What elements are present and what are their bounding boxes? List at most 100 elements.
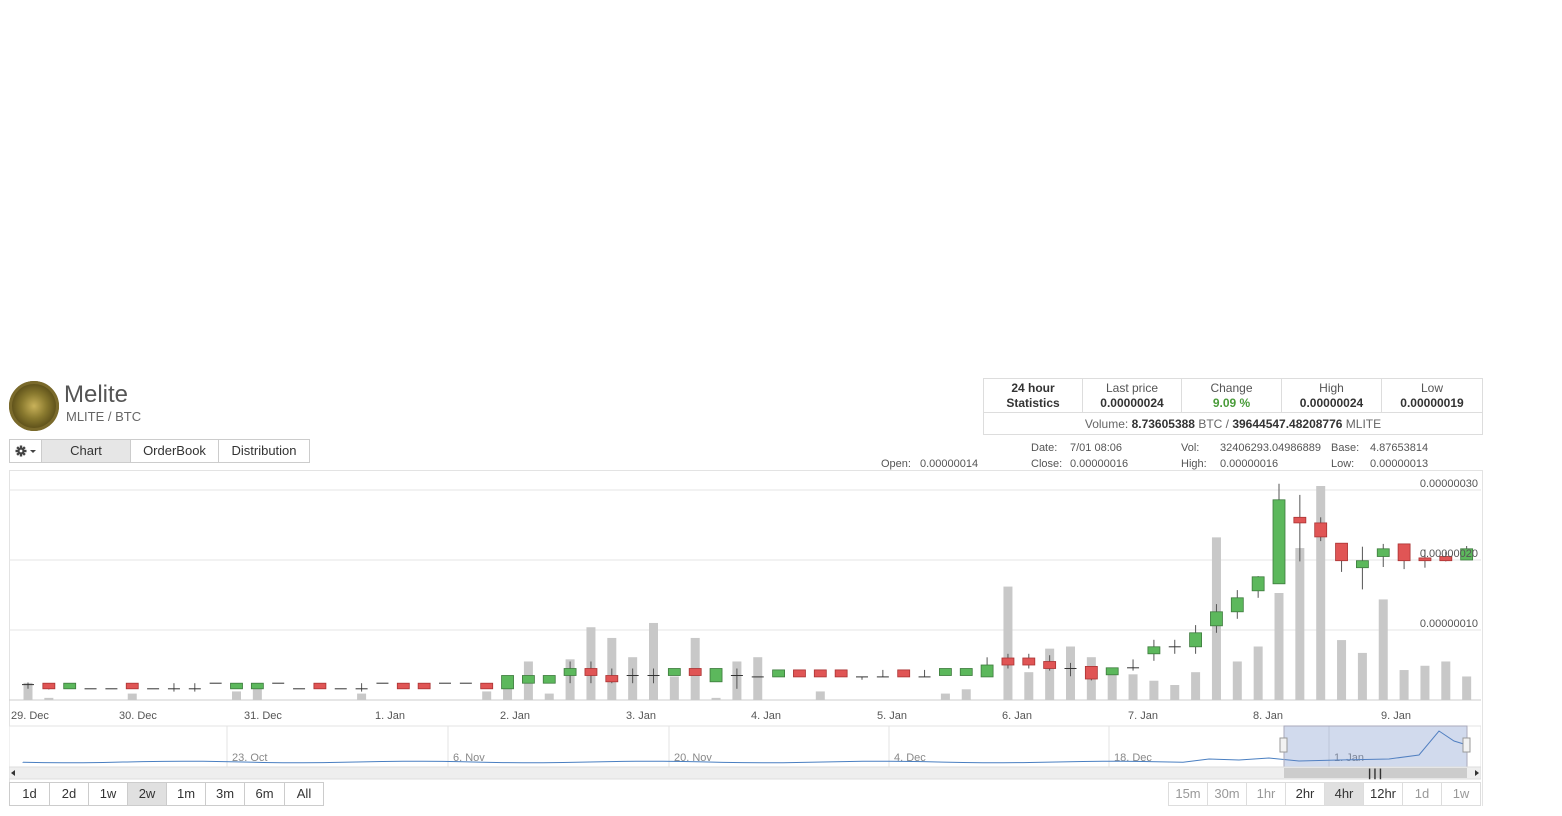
candle[interactable]	[667, 668, 681, 676]
candle[interactable]	[834, 669, 848, 678]
volume-bar	[1378, 599, 1388, 700]
readout-vol: 32406293.04986889	[1220, 442, 1321, 454]
interval-button-15m[interactable]: 15m	[1168, 782, 1208, 806]
x-tick-label: 4. Jan	[751, 710, 781, 722]
interval-button-1w[interactable]: 1w	[1441, 782, 1481, 806]
candle[interactable]	[1335, 542, 1348, 562]
candle[interactable]	[1272, 499, 1286, 585]
interval-button-12hr[interactable]: 12hr	[1363, 782, 1403, 806]
candle[interactable]	[1376, 548, 1390, 557]
candle[interactable]	[1314, 522, 1328, 538]
volume-bar	[44, 697, 54, 700]
tab-distribution[interactable]: Distribution	[218, 439, 310, 463]
navigator-handle-right[interactable]	[1462, 737, 1471, 753]
range-button-1m[interactable]: 1m	[166, 782, 206, 806]
x-tick-label: 3. Jan	[626, 710, 656, 722]
volume-bar	[711, 697, 721, 700]
candle[interactable]	[1230, 597, 1244, 613]
candle[interactable]	[1043, 661, 1057, 669]
candle[interactable]	[42, 682, 56, 690]
candle[interactable]	[1251, 576, 1265, 592]
volume-bar	[1420, 665, 1430, 700]
interval-button-1hr[interactable]: 1hr	[1246, 782, 1286, 806]
readout-base: 4.87653814	[1370, 442, 1429, 454]
y-tick-label: 0.00000010	[1420, 618, 1478, 630]
candle[interactable]	[1210, 611, 1223, 627]
candle[interactable]	[1022, 657, 1036, 666]
range-button-3m[interactable]: 3m	[205, 782, 245, 806]
navigator[interactable]	[9, 725, 1481, 768]
candle[interactable]	[522, 675, 535, 684]
candle[interactable]	[1084, 665, 1098, 680]
volume-bar	[482, 691, 492, 700]
price-chart[interactable]: 0.00000010 0.00000020 0.00000030 29. Dec 30.…	[9, 471, 1481, 780]
settings-dropdown-button[interactable]	[9, 439, 42, 463]
candle[interactable]	[563, 668, 577, 676]
candle[interactable]	[605, 675, 619, 683]
stat-change: Change 9.09 %	[1182, 379, 1282, 412]
range-button-6m[interactable]: 6m	[244, 782, 285, 806]
interval-button-2hr[interactable]: 2hr	[1285, 782, 1325, 806]
volume-bar	[127, 693, 137, 700]
readout-vol-label: Vol:	[1181, 442, 1200, 454]
candle[interactable]	[709, 668, 723, 683]
candle[interactable]	[417, 682, 431, 690]
candle[interactable]	[980, 664, 994, 678]
interval-button-4hr[interactable]: 4hr	[1324, 782, 1364, 806]
candle[interactable]	[63, 682, 77, 690]
candle[interactable]	[396, 682, 410, 690]
volume-bar	[1399, 670, 1409, 700]
candle[interactable]	[501, 675, 514, 690]
range-button-2w[interactable]: 2w	[127, 782, 167, 806]
candle[interactable]	[542, 675, 556, 684]
volume-bar	[1191, 672, 1201, 700]
scrollbar-grip-icon: ┃┃┃	[1367, 768, 1383, 780]
candle[interactable]	[1293, 516, 1307, 524]
range-button-all[interactable]: All	[284, 782, 324, 806]
candle[interactable]	[584, 668, 598, 676]
x-tick-label: 31. Dec	[244, 710, 282, 722]
candle[interactable]	[1147, 646, 1161, 655]
candle[interactable]	[250, 682, 264, 690]
interval-button-30m[interactable]: 30m	[1207, 782, 1247, 806]
y-tick-label: 0.00000030	[1420, 478, 1478, 490]
range-button-2d[interactable]: 2d	[49, 782, 89, 806]
interval-button-1d[interactable]: 1d	[1402, 782, 1442, 806]
readout-high-label: High:	[1181, 458, 1207, 470]
stat-volume: Volume: 8.73605388 BTC / 39644547.482087…	[984, 412, 1482, 434]
candle[interactable]	[1397, 543, 1411, 562]
tab-chart[interactable]: Chart	[41, 439, 131, 463]
gear-icon	[15, 445, 36, 457]
volume-bar	[1232, 661, 1242, 700]
range-button-1w[interactable]: 1w	[88, 782, 128, 806]
candle[interactable]	[480, 682, 494, 690]
scrollbar-track[interactable]	[9, 766, 1481, 780]
readout-open-label: Open:	[881, 458, 911, 470]
x-tick-label: 6. Jan	[1002, 710, 1032, 722]
candle[interactable]	[793, 669, 806, 678]
readout-close: 0.00000016	[1070, 458, 1129, 470]
x-tick-label: 5. Jan	[877, 710, 907, 722]
candle[interactable]	[1189, 632, 1202, 648]
candle[interactable]	[125, 682, 139, 690]
volume-bar	[815, 691, 825, 700]
candle[interactable]	[1356, 560, 1369, 569]
candle[interactable]	[813, 669, 827, 678]
navigator-handle-left[interactable]	[1279, 737, 1288, 753]
chevron-down-icon	[30, 450, 36, 453]
navigator-selection[interactable]	[1283, 725, 1468, 768]
candle[interactable]	[1105, 667, 1119, 676]
candle[interactable]	[939, 668, 952, 676]
candle[interactable]	[772, 669, 785, 678]
range-button-1d[interactable]: 1d	[9, 782, 50, 806]
coin-logo	[9, 381, 59, 431]
tab-orderbook[interactable]: OrderBook	[130, 439, 219, 463]
candle[interactable]	[230, 682, 243, 690]
navigator-label: 4. Dec	[894, 752, 926, 764]
candle[interactable]	[897, 669, 911, 678]
volume-bar	[1107, 674, 1117, 700]
candle[interactable]	[1001, 657, 1015, 666]
candle[interactable]	[959, 668, 973, 676]
candle[interactable]	[688, 668, 702, 676]
candle[interactable]	[313, 682, 327, 690]
